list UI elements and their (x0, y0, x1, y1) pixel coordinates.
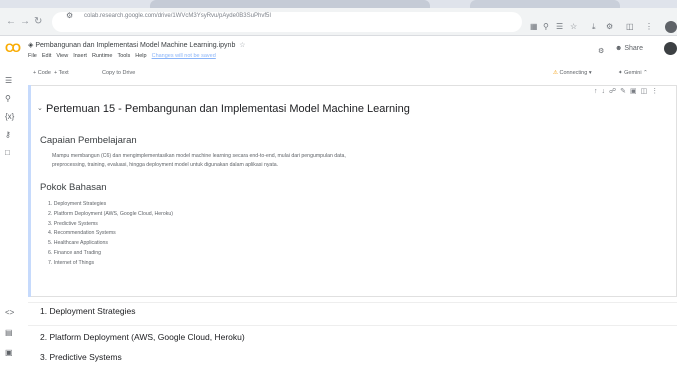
cell-focus-bar (28, 85, 31, 297)
heading-capaian: Capaian Pembelajaran (40, 135, 137, 146)
saved-status[interactable]: Changes will not be saved (152, 53, 216, 59)
move-down-icon[interactable]: ↓ (602, 88, 606, 95)
copy-to-drive-button[interactable]: Copy to Drive (102, 70, 135, 76)
list-item: 3. Predictive Systems (48, 220, 98, 227)
left-sidebar: ☰ ⚲ {x} ⚷ □ <> ▤ ▣ (0, 70, 20, 365)
edit-icon[interactable]: ✎ (620, 88, 626, 95)
search-icon[interactable]: ⚲ (5, 94, 11, 103)
cell-title: Pertemuan 15 - Pembangunan dan Implement… (46, 103, 410, 115)
collapse-icon[interactable]: ⌄ (37, 104, 43, 112)
divider (28, 302, 677, 303)
more-icon[interactable]: ⋮ (651, 88, 658, 95)
files-folder-icon[interactable]: □ (5, 148, 10, 157)
colab-logo[interactable]: CO (5, 41, 21, 55)
extension-icon[interactable]: ▦ (530, 22, 538, 31)
list-item: 2. Platform Deployment (AWS, Google Clou… (48, 210, 173, 217)
list-item: 4. Recommendation Systems (48, 230, 116, 237)
section-heading[interactable]: 3. Predictive Systems (40, 352, 122, 362)
cell-toolbar: ↑ ↓ ☍ ✎ ▣ ◫ ⋮ (594, 87, 662, 95)
warning-icon: ⚠ (553, 70, 558, 76)
section-heading[interactable]: 1. Deployment Strategies (40, 306, 135, 316)
menu-view[interactable]: View (56, 53, 68, 59)
code-snippets-icon[interactable]: <> (5, 308, 14, 317)
move-up-icon[interactable]: ↑ (594, 88, 598, 95)
download-icon[interactable]: ⤓ (592, 22, 596, 32)
topic-list: 1. Deployment Strategies 2. Platform Dep… (48, 201, 173, 270)
settings-icon[interactable]: ⚙ (598, 47, 604, 55)
list-item: 6. Finance and Trading (48, 249, 102, 256)
arrow-right-icon[interactable]: → (20, 16, 30, 27)
star-icon[interactable]: ☆ (239, 42, 245, 49)
sidepanel-icon[interactable]: ◫ (626, 22, 634, 31)
reload-icon[interactable]: ↻ (34, 16, 42, 27)
menu-edit[interactable]: Edit (42, 53, 51, 59)
bookmark-star-icon[interactable]: ☆ (570, 22, 577, 31)
terminal-icon[interactable]: ▣ (5, 348, 13, 357)
notebook-toolbar: + Code + Text Copy to Drive ⚠ Connecting… (28, 69, 677, 79)
divider (28, 325, 677, 326)
mirror-cell-icon[interactable]: ▣ (630, 88, 637, 95)
gemini-button[interactable]: ✦ Gemini ⌃ (618, 70, 648, 76)
site-info-icon[interactable]: ⚙ (66, 11, 73, 20)
extensions-puzzle-icon[interactable]: ⚙ (606, 22, 613, 31)
menu-runtime[interactable]: Runtime (92, 53, 112, 59)
browser-tab[interactable] (470, 0, 620, 8)
capaian-line: Mampu membangun (C6) dan mengimplementas… (52, 153, 346, 159)
menu-bar: File Edit View Insert Runtime Tools Help Change… (28, 53, 221, 59)
zoom-icon[interactable]: ⚲ (543, 22, 549, 31)
avatar[interactable] (665, 21, 677, 33)
notebook-title[interactable]: ◈ Pembangunan dan Implementasi Model Mac… (28, 41, 246, 49)
share-button[interactable]: ☻ Share (615, 45, 643, 52)
table-of-contents-icon[interactable]: ☰ (5, 76, 12, 85)
menu-insert[interactable]: Insert (73, 53, 87, 59)
heading-pokok: Pokok Bahasan (40, 182, 107, 193)
add-code-button[interactable]: + Code + Text (33, 70, 69, 76)
menu-help[interactable]: Help (135, 53, 146, 59)
browser-tab-strip (0, 0, 677, 8)
list-item: 7. Internet of Things (48, 259, 95, 266)
capaian-line: preprocessing, training, evaluasi, hingg… (52, 162, 279, 168)
menu-file[interactable]: File (28, 53, 37, 59)
command-palette-icon[interactable]: ▤ (5, 328, 13, 337)
add-text-button[interactable]: + Text (54, 70, 69, 76)
url-text: colab.research.google.com/drive/1WVcM3Ys… (84, 13, 271, 19)
variables-icon[interactable]: {x} (5, 112, 14, 121)
menu-icon[interactable]: ⋮ (645, 22, 653, 31)
arrow-left-icon[interactable]: ← (6, 16, 16, 27)
browser-tab[interactable] (150, 0, 430, 8)
capaian-text: Mampu membangun (C6) dan mengimplementas… (52, 152, 522, 170)
secrets-key-icon[interactable]: ⚷ (5, 130, 11, 139)
connect-button[interactable]: ⚠ Connecting ▾ (553, 70, 592, 76)
link-icon[interactable]: ☍ (609, 88, 616, 95)
translate-icon[interactable]: ☰ (556, 22, 563, 31)
menu-tools[interactable]: Tools (117, 53, 130, 59)
list-item: 5. Healthcare Applications (48, 240, 108, 247)
list-item: 1. Deployment Strategies (48, 201, 107, 207)
section-heading[interactable]: 2. Platform Deployment (AWS, Google Clou… (40, 332, 245, 342)
delete-icon[interactable]: ◫ (641, 88, 648, 95)
gemini-icon[interactable] (664, 42, 677, 55)
